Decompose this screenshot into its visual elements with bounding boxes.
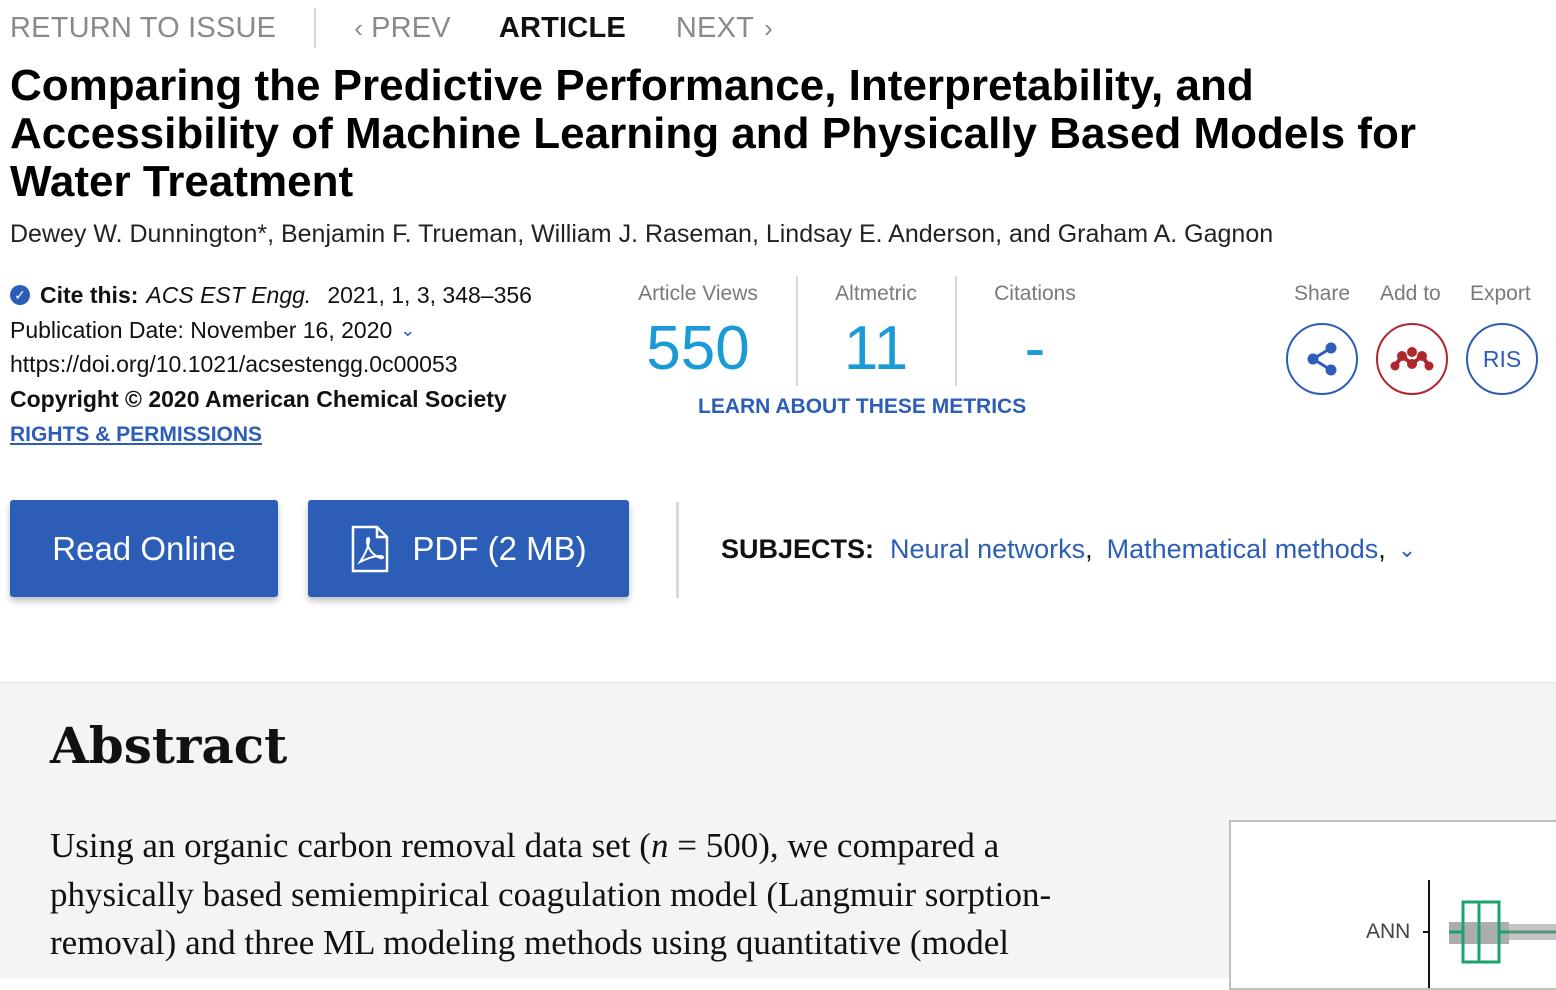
boxplot-graphic (1423, 880, 1556, 988)
article-nav: RETURN TO ISSUE ‹ PREV ARTICLE NEXT › (10, 8, 773, 48)
read-online-label: Read Online (52, 529, 236, 567)
abstract-n-variable: n (650, 826, 669, 865)
abstract-graphic[interactable]: ANN (1229, 820, 1556, 990)
metric-divider (796, 276, 798, 386)
volume-info: 2021, 1, 3, 348–356 (327, 282, 532, 308)
article-views-label: Article Views (638, 282, 758, 305)
citations-label: Citations (994, 282, 1076, 305)
next-link[interactable]: NEXT › (676, 12, 773, 45)
subjects-label: SUBJECTS: (721, 534, 875, 564)
prev-label: PREV (371, 11, 451, 44)
author-list[interactable]: Dewey W. Dunnington*, Benjamin F. Truema… (10, 220, 1273, 249)
abstract-text: Using an organic carbon removal data set… (50, 822, 1170, 968)
check-icon: ✓ (10, 285, 30, 306)
altmetric-value[interactable]: 11 (830, 314, 922, 384)
subject-link[interactable]: Neural networks (890, 534, 1085, 565)
subject-link[interactable]: Mathematical methods (1107, 534, 1379, 565)
abstract-line: physically based semiempirical coagulati… (50, 874, 1052, 914)
add-to-label: Add to (1380, 282, 1441, 305)
pdf-label: PDF (2 MB) (412, 529, 587, 567)
altmetric-metric: Altmetric 11 (830, 282, 922, 384)
nav-divider (314, 8, 317, 48)
chevron-left-icon: ‹ (354, 12, 364, 43)
subjects-row: SUBJECTS: Neural networks , Mathematical… (721, 534, 1416, 565)
abstract-heading: Abstract (50, 716, 288, 775)
article-title: Comparing the Predictive Performance, In… (10, 61, 1416, 206)
share-icon (1307, 342, 1337, 376)
share-button[interactable] (1286, 323, 1358, 395)
rights-permissions-link[interactable]: RIGHTS & PERMISSIONS (10, 418, 262, 453)
subject-separator: , (1085, 534, 1093, 564)
mendeley-icon (1390, 347, 1434, 371)
share-label: Share (1294, 282, 1351, 305)
export-ris-button[interactable]: RIS (1466, 323, 1538, 395)
ris-label: RIS (1482, 345, 1522, 372)
chevron-right-icon: › (764, 12, 773, 43)
publication-date[interactable]: Publication Date: November 16, 2020 (10, 313, 392, 348)
subject-separator: , (1378, 534, 1386, 564)
article-tab: ARTICLE (498, 11, 626, 44)
chevron-down-icon[interactable]: ⌄ (1398, 537, 1416, 563)
prev-link[interactable]: ‹ PREV (354, 12, 451, 45)
abstract-line: = 500), we compared a (668, 826, 1000, 865)
add-to-mendeley-button[interactable] (1376, 323, 1448, 395)
altmetric-label: Altmetric (835, 282, 917, 305)
citation-block: ✓ Cite this: ACS EST Engg. 2021, 1, 3, 3… (10, 278, 532, 453)
copyright: Copyright © 2020 American Chemical Socie… (10, 385, 507, 412)
read-online-button[interactable]: Read Online (10, 500, 278, 597)
chevron-down-icon[interactable]: ⌄ (400, 313, 415, 348)
learn-metrics-link[interactable]: LEARN ABOUT THESE METRICS (698, 395, 1026, 419)
pdf-file-icon (352, 525, 389, 572)
abstract-line: Using an organic carbon removal data set… (50, 826, 651, 865)
citations-metric: Citations - (990, 282, 1080, 384)
doi-link[interactable]: https://doi.org/10.1021/acsestengg.0c000… (10, 347, 458, 382)
pdf-download-button[interactable]: PDF (2 MB) (308, 500, 629, 597)
citations-value: - (1024, 314, 1046, 383)
next-label: NEXT (675, 11, 755, 44)
cite-this-label[interactable]: Cite this: (40, 278, 138, 313)
button-divider (676, 502, 679, 598)
return-to-issue-link[interactable]: RETURN TO ISSUE (10, 12, 276, 45)
journal-name: ACS EST Engg. (146, 282, 312, 308)
export-label: Export (1470, 282, 1531, 305)
article-views-value: 550 (646, 314, 750, 383)
abstract-line: removal) and three ML modeling methods u… (50, 923, 1010, 962)
metric-divider (955, 276, 957, 386)
article-views-metric: Article Views 550 (634, 282, 762, 384)
